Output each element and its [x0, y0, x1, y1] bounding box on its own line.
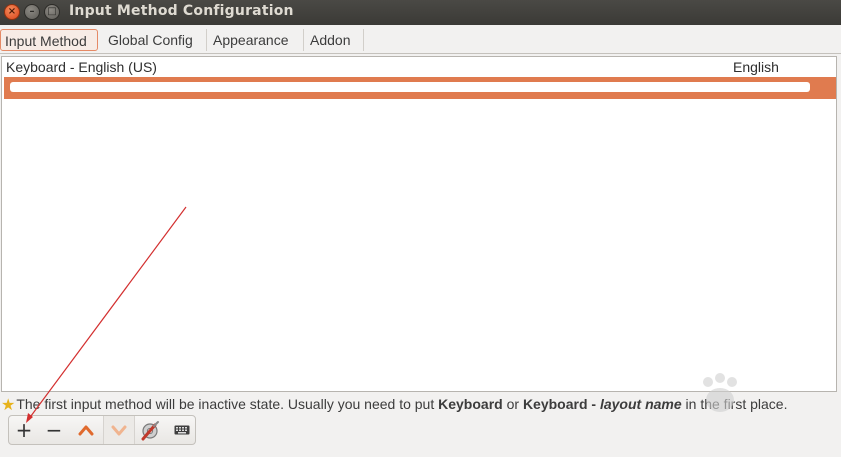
configure-icon: [141, 421, 159, 441]
hint-layout-name: layout name: [599, 396, 682, 412]
tab-bar: Input Method Global Config Appearance Ad…: [0, 27, 841, 54]
input-method-list[interactable]: Keyboard - English (US) English: [1, 56, 837, 392]
star-icon: ★: [1, 395, 16, 414]
window-title: Input Method Configuration: [69, 3, 294, 19]
input-method-language: English: [733, 59, 779, 75]
keyboard-layout-button[interactable]: [167, 416, 197, 444]
tab-addon[interactable]: Addon: [306, 29, 364, 51]
move-down-icon: [111, 425, 127, 436]
list-item[interactable]: Keyboard - English (US) English: [2, 57, 836, 79]
hint-text-part: or: [502, 396, 523, 412]
close-button[interactable]: ×: [4, 4, 20, 20]
configure-button[interactable]: [135, 416, 165, 444]
minus-icon: −: [45, 418, 63, 442]
minimize-icon: –: [29, 6, 35, 17]
tab-appearance[interactable]: Appearance: [209, 29, 304, 51]
tab-global-config[interactable]: Global Config: [104, 29, 207, 51]
redaction-mark: [10, 82, 810, 92]
minimize-button[interactable]: –: [24, 4, 40, 20]
move-up-button[interactable]: [71, 416, 101, 444]
move-down-button[interactable]: [103, 416, 135, 444]
hint-keyword: Keyboard: [438, 396, 503, 412]
hint-text: ★The first input method will be inactive…: [0, 394, 841, 414]
title-bar: × – □ Input Method Configuration: [0, 0, 841, 25]
remove-input-method-button[interactable]: −: [39, 416, 69, 444]
hint-text-part: in the first place.: [681, 396, 788, 412]
input-method-name: Keyboard - English (US): [6, 59, 157, 75]
plus-icon: +: [15, 418, 33, 442]
add-input-method-button[interactable]: +: [9, 416, 39, 444]
hint-text-part: The first input method will be inactive …: [16, 396, 439, 412]
move-up-icon: [78, 425, 94, 436]
maximize-button[interactable]: □: [44, 4, 60, 20]
close-icon: ×: [7, 6, 17, 17]
tab-input-method[interactable]: Input Method: [0, 29, 98, 51]
list-toolbar: + −: [8, 415, 196, 445]
keyboard-layout-icon: [174, 425, 190, 435]
maximize-icon: □: [47, 6, 57, 17]
hint-keyword: Keyboard -: [522, 396, 600, 412]
